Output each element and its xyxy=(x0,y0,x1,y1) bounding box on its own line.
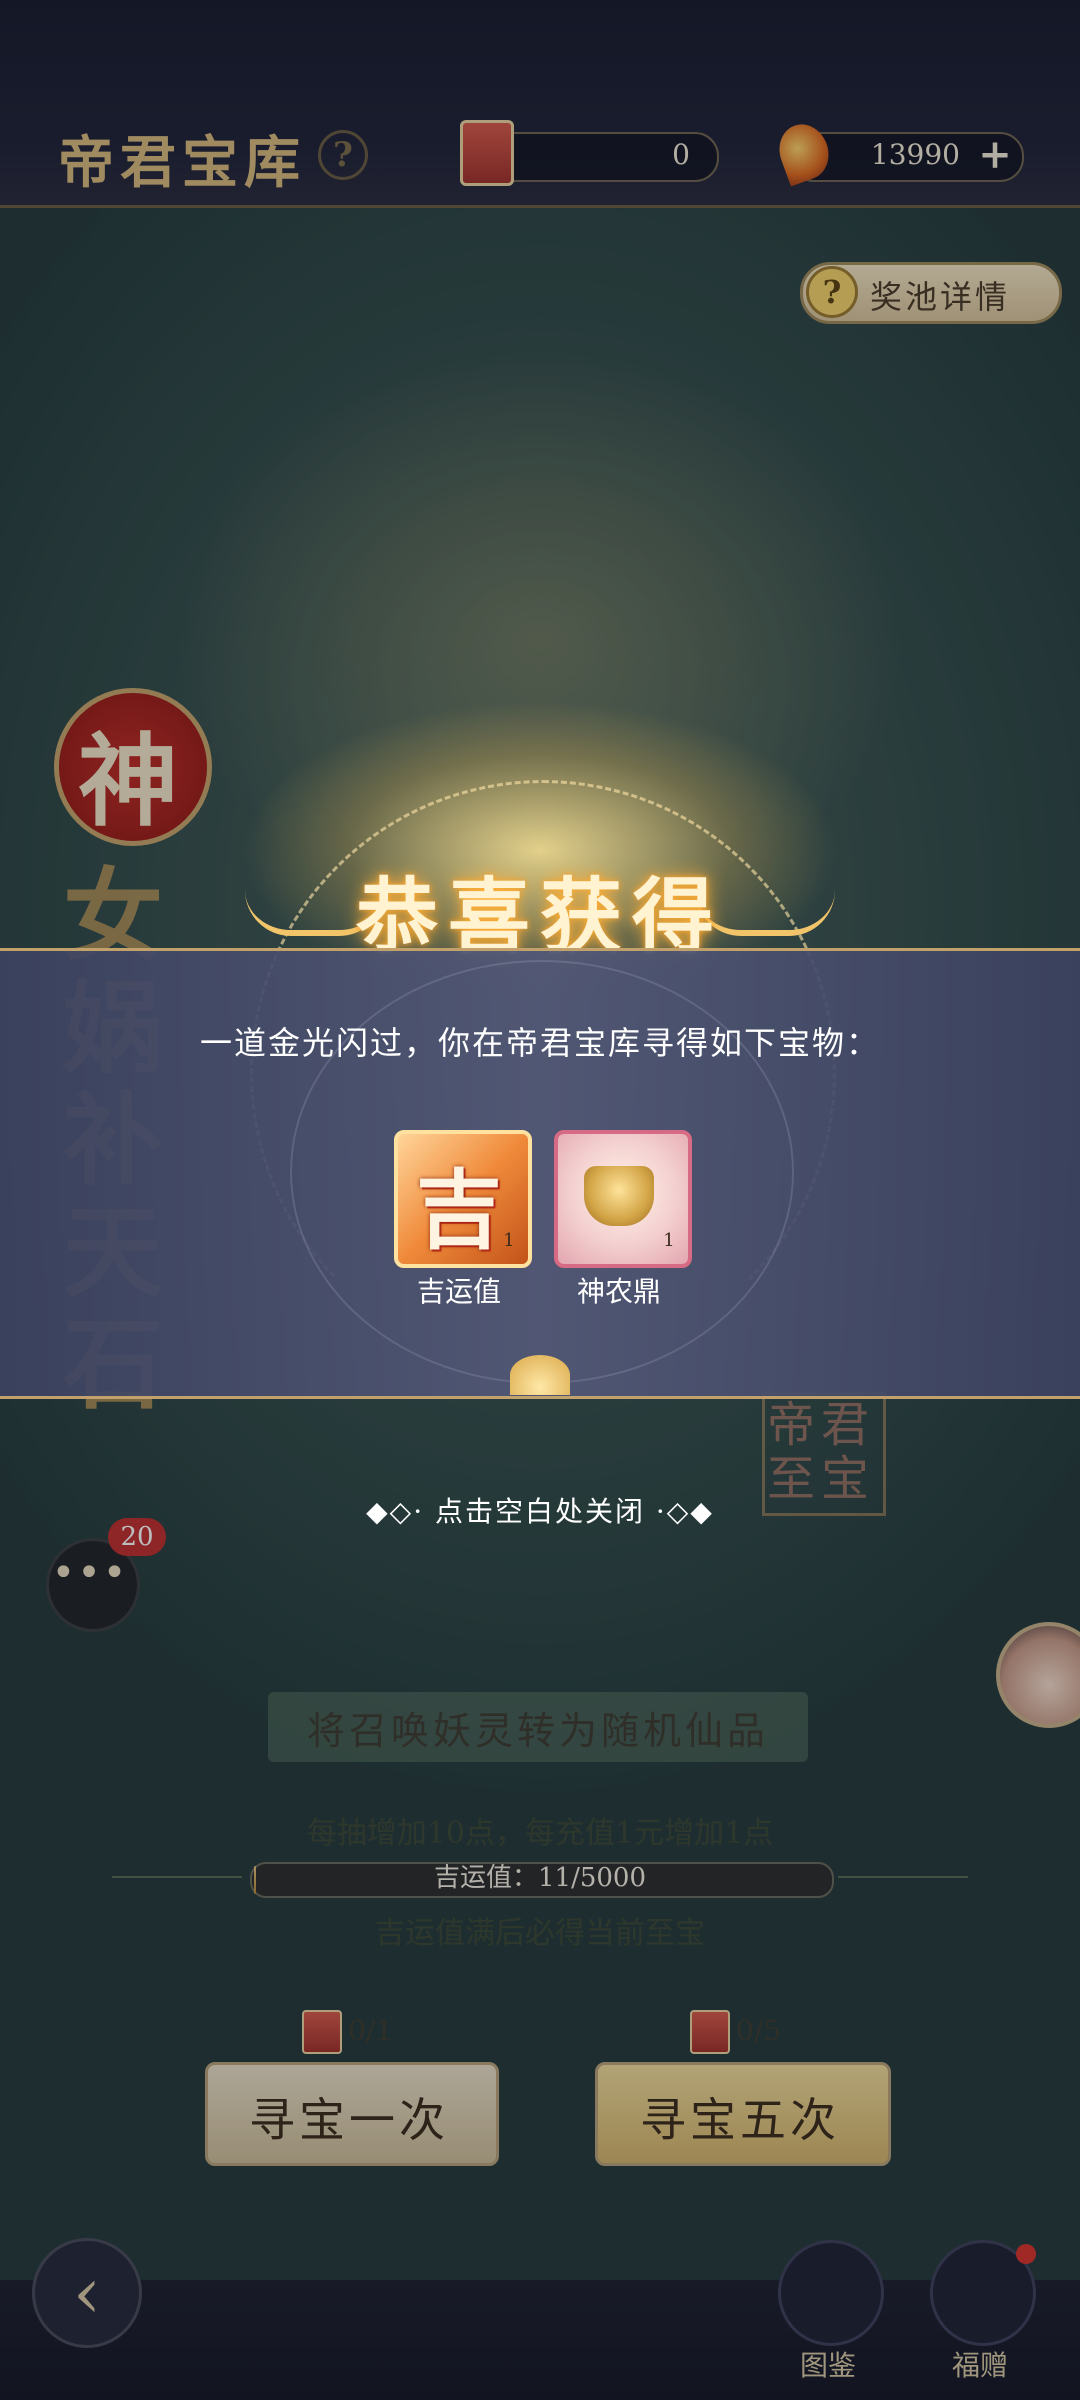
item-count: 1 xyxy=(503,1230,515,1251)
reward-message: 一道金光闪过，你在帝君宝库寻得如下宝物： xyxy=(199,1024,880,1062)
item-name: 吉运值 xyxy=(416,1275,501,1308)
close-hint: ◆◇· 点击空白处关闭 ·◇◆ xyxy=(366,1495,714,1528)
item-name: 神农鼎 xyxy=(576,1275,661,1308)
lotus-ornament-icon xyxy=(510,1355,570,1395)
item-count: 1 xyxy=(663,1230,675,1251)
cauldron-icon xyxy=(584,1166,654,1226)
